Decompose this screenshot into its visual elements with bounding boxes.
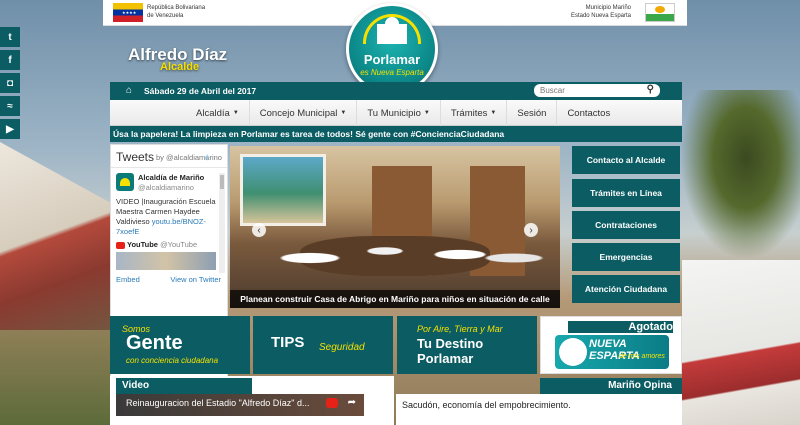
agotado-title: Agotado	[568, 321, 673, 333]
slide-caption[interactable]: Planean construir Casa de Abrigo en Mari…	[230, 290, 560, 308]
tips-seguridad-banner[interactable]: TIPS Seguridad	[253, 316, 393, 374]
news-ticker[interactable]: Úsa la papelera! La limpieza en Porlamar…	[110, 126, 682, 142]
destino-porlamar-banner[interactable]: Por Aire, Tierra y Mar Tu Destino Porlam…	[397, 316, 537, 374]
caret-down-icon: ▼	[490, 110, 497, 116]
atencion-ciudadana-button[interactable]: Atención Ciudadana	[572, 275, 680, 303]
logo-tagline: es Nueva Esparta	[360, 68, 424, 77]
embed-link[interactable]: Embed	[116, 275, 140, 284]
tips-sub: Seguridad	[319, 342, 365, 353]
nav-label: Contactos	[567, 107, 611, 119]
search-icon[interactable]: ⚲	[647, 84, 654, 95]
tweets-scrollbar[interactable]	[219, 173, 225, 273]
destino-top: Por Aire, Tierra y Mar	[417, 324, 503, 334]
ad-sub: de mis amores	[619, 353, 665, 360]
logo-name: Porlamar	[363, 52, 421, 67]
prev-slide-icon[interactable]: ‹	[252, 223, 266, 237]
social-bar: t f ◘ ≈ ▶	[0, 27, 20, 142]
embedded-video[interactable]: Reinauguracion del Estadio "Alfredo Díaz…	[116, 394, 364, 416]
republic-line-2: de Venezuela	[147, 13, 184, 19]
municipality-label: Municipio Mariño Estado Nueva Esparta	[571, 4, 631, 20]
runner-icon	[559, 338, 587, 366]
facebook-icon[interactable]: f	[0, 50, 20, 70]
background-tree-right	[680, 90, 800, 260]
search-input[interactable]	[540, 85, 636, 96]
nueva-esparta-ad[interactable]: NUEVA ESPARTA de mis amores	[555, 335, 669, 369]
youtube-icon[interactable]: ▶	[0, 119, 20, 139]
tweets-title: Tweets	[116, 150, 155, 164]
tweet-account[interactable]: Alcaldía de Mariño	[138, 173, 204, 182]
video-heading: Video	[116, 378, 252, 394]
youtube-label: YouTube	[127, 240, 158, 249]
destino-line2: Porlamar	[417, 351, 474, 366]
news-slider[interactable]: ‹ › Planean construir Casa de Abrigo en …	[230, 146, 560, 308]
nueva-esparta-flag-icon	[645, 3, 675, 22]
rss-icon[interactable]: ≈	[0, 96, 20, 116]
venezuela-flag-icon: ★★★★	[113, 3, 143, 22]
next-slide-icon[interactable]: ›	[524, 223, 538, 237]
gente-bottom: con conciencia ciudadana	[126, 356, 219, 365]
tramites-en-linea-button[interactable]: Trámites en Línea	[572, 179, 680, 207]
contrataciones-button[interactable]: Contrataciones	[572, 211, 680, 239]
tweets-by[interactable]: by @alcaldiamarino	[156, 153, 222, 162]
background-boat-left	[0, 142, 120, 340]
emergencias-button[interactable]: Emergencias	[572, 243, 680, 271]
destino-line1: Tu Destino	[417, 336, 484, 351]
background-sand-left	[0, 330, 120, 425]
nav-item-sesion[interactable]: Sesión	[506, 100, 556, 126]
youtube-logo-icon	[116, 241, 125, 249]
gente-main: Gente	[126, 332, 183, 354]
main-nav: Alcaldía ▼ Concejo Municipal ▼ Tu Municipi…	[110, 100, 682, 126]
view-on-twitter-link[interactable]: View on Twitter	[170, 275, 221, 284]
nav-label: Tu Municipio	[367, 107, 421, 119]
date-bar: ⌂ Sábado 29 de Abril del 2017 ⚲	[110, 82, 682, 100]
divider	[111, 167, 227, 168]
main-container: ⌂ Sábado 29 de Abril del 2017 ⚲ Alcaldía…	[110, 82, 682, 425]
nav-label: Alcaldía	[196, 107, 230, 119]
opina-heading: Mariño Opina	[540, 378, 682, 394]
gente-banner[interactable]: Somos Gente con conciencia ciudadana	[110, 316, 250, 374]
tweet-handle[interactable]: @alcaldiamarino	[138, 183, 194, 192]
caret-down-icon: ▼	[340, 110, 347, 116]
twitter-bird-icon: ✦	[203, 153, 212, 164]
nav-item-concejo[interactable]: Concejo Municipal ▼	[248, 100, 357, 126]
nav-item-tu-municipio[interactable]: Tu Municipio ▼	[356, 100, 439, 126]
background-boat-right	[682, 260, 800, 425]
home-icon[interactable]: ⌂	[126, 85, 132, 96]
video-thumbnail[interactable]	[116, 252, 216, 270]
caret-down-icon: ▼	[423, 110, 430, 116]
instagram-icon[interactable]: ◘	[0, 73, 20, 93]
twitter-icon[interactable]: t	[0, 27, 20, 47]
opina-article-link[interactable]: Sacudón, economía del empobrecimiento.	[402, 400, 571, 410]
tweet-text: VIDEO |Inauguración Escuela Maestra Carm…	[116, 197, 221, 237]
search-box: ⚲	[534, 84, 660, 97]
current-date: Sábado 29 de Abril del 2017	[144, 86, 257, 96]
agotado-banner[interactable]: Agotado NUEVA ESPARTA de mis amores	[540, 316, 682, 374]
mayor-role: Alcalde	[160, 61, 200, 73]
caret-down-icon: ▼	[232, 110, 239, 116]
republic-label: República Bolivariana de Venezuela	[147, 4, 205, 20]
tips-main: TIPS	[271, 334, 305, 351]
youtube-logo-icon	[326, 398, 338, 408]
youtube-handle: @YouTube	[160, 240, 198, 249]
republic-line-1: República Bolivariana	[147, 5, 206, 11]
share-icon[interactable]: ➦	[348, 397, 356, 408]
nav-label: Concejo Municipal	[259, 107, 338, 119]
avatar[interactable]	[116, 173, 134, 191]
nav-item-alcaldia[interactable]: Alcaldía ▼	[186, 100, 249, 126]
municipality-line-1: Municipio Mariño	[585, 5, 631, 11]
logo-building	[377, 24, 407, 44]
video-title: Reinauguracion del Estadio "Alfredo Díaz…	[126, 398, 310, 408]
contacto-alcalde-button[interactable]: Contacto al Alcalde	[572, 146, 680, 174]
youtube-card[interactable]: YouTube @YouTube	[116, 240, 197, 249]
nav-label: Trámites	[450, 107, 488, 119]
nav-label: Sesión	[517, 107, 547, 119]
municipality-line-2: Estado Nueva Esparta	[570, 13, 631, 19]
nav-item-tramites[interactable]: Trámites ▼	[439, 100, 507, 126]
slide-people	[250, 216, 550, 286]
nav-item-contactos[interactable]: Contactos	[556, 100, 620, 126]
